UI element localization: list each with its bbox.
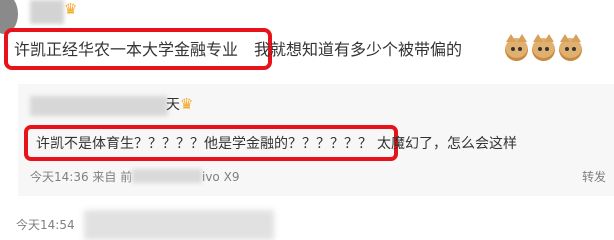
doge-cat-icon xyxy=(532,34,555,61)
reply-text-highlighted: 许凯不是体育生？？？？？他是学金融的？？？？？？ xyxy=(36,136,372,152)
comment-text-highlighted: 许凯正经华农一本大学金融专业 xyxy=(14,40,239,59)
blurred-content xyxy=(84,210,274,240)
reply-text-rest: 太魔幻了，怎么会这样 xyxy=(377,136,517,152)
reply-username-blurred[interactable] xyxy=(30,96,168,116)
reply-source-blurred xyxy=(132,169,202,183)
crown-icon: ♛ xyxy=(64,0,78,18)
forward-button[interactable]: 转发 xyxy=(582,169,606,185)
comment-timestamp: 今天14:54 xyxy=(16,218,75,232)
doge-cat-icon xyxy=(505,34,528,61)
reply-device: ivo X9 xyxy=(202,170,240,184)
reply-username-end[interactable]: 天 xyxy=(166,96,180,114)
comment-text-rest: 我就想知道有多少个被带偏的 xyxy=(254,40,463,59)
doge-cat-icon xyxy=(559,34,582,61)
reply-text: 许凯不是体育生？？？？？他是学金融的？？？？？？ 太魔幻了，怎么会这样 xyxy=(36,135,517,153)
comment-text: 许凯正经华农一本大学金融专业 我就想知道有多少个被带偏的 xyxy=(14,40,462,60)
username-blurred[interactable] xyxy=(30,0,64,24)
crown-icon: ♛ xyxy=(180,95,194,113)
reply-timestamp: 今天14:36 来自 前 xyxy=(30,170,133,184)
emoji-row xyxy=(505,34,582,61)
